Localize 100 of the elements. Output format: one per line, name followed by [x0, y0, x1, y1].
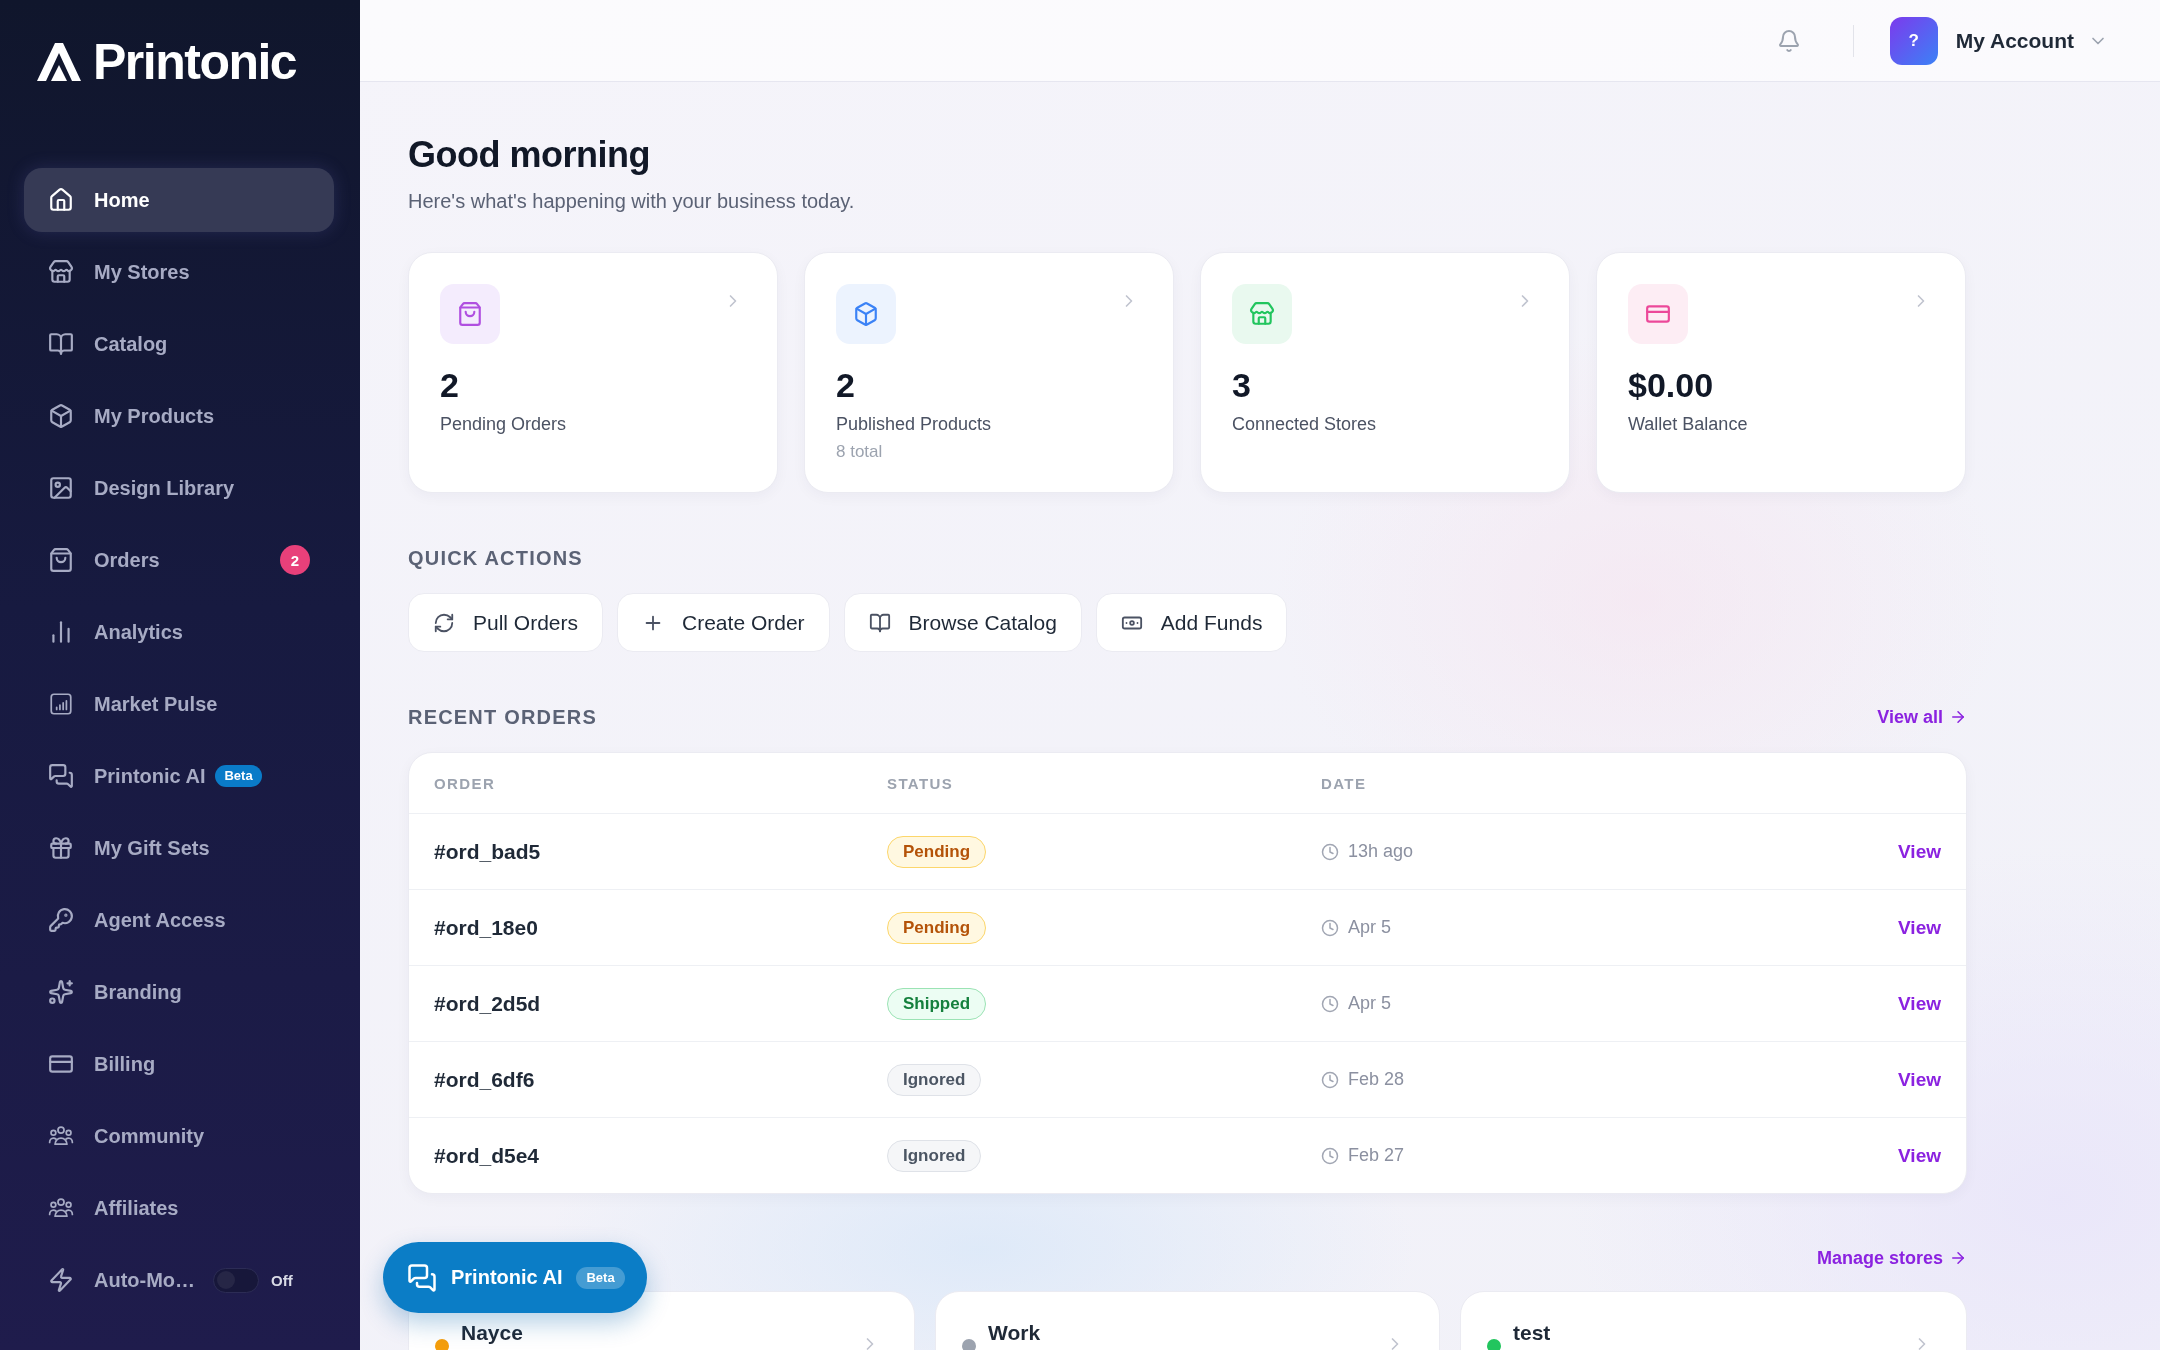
clock-icon [1321, 994, 1339, 1013]
nav-item[interactable]: Affiliates [24, 1176, 334, 1240]
key-icon [48, 907, 74, 933]
notification-bell-icon[interactable] [1776, 28, 1801, 53]
arrow-right-icon [1949, 1249, 1967, 1267]
nav-item[interactable]: Community [24, 1104, 334, 1168]
nav-item[interactable]: My Products [24, 384, 334, 448]
credit-card-icon [1628, 284, 1688, 344]
stat-card[interactable]: $0.00 Wallet Balance [1596, 252, 1966, 493]
page-title: Good morning [408, 133, 651, 177]
stat-card[interactable]: 3 Connected Stores [1200, 252, 1570, 493]
store-card[interactable]: test [1460, 1291, 1967, 1350]
nav-item[interactable]: Catalog [24, 312, 334, 376]
stat-label: Published Products [836, 413, 993, 435]
nav-item[interactable]: Auto-Mo… [24, 1248, 200, 1312]
nav-item[interactable]: Design Library [24, 456, 334, 520]
chart-icon [48, 691, 74, 717]
stat-value: $0.00 [1628, 365, 1715, 405]
store-name: test [1513, 1320, 1552, 1346]
order-id: #ord_bad5 [434, 839, 541, 864]
cube-icon [48, 403, 74, 429]
toggle-switch[interactable] [213, 1267, 260, 1293]
order-id: #ord_6df6 [434, 1067, 535, 1092]
logo-text: Printonic [93, 36, 297, 88]
nav-item[interactable]: Billing [24, 1032, 334, 1096]
store-name: Work [988, 1320, 1042, 1346]
order-date: Feb 28 [1348, 1069, 1405, 1090]
clock-icon [1321, 1070, 1339, 1089]
order-id: #ord_18e0 [434, 915, 538, 940]
refresh-icon [433, 611, 455, 634]
nav-item[interactable]: Analytics [24, 600, 334, 664]
book-icon [868, 611, 891, 634]
view-all-link[interactable]: View all [1877, 706, 1967, 728]
status-badge: Pending [887, 835, 987, 868]
page-subtitle: Here's what's happening with your business today. [408, 189, 856, 213]
order-date: Feb 27 [1348, 1145, 1405, 1166]
cube-icon [836, 284, 896, 344]
image-icon [48, 475, 74, 501]
stat-label: Wallet Balance [1628, 413, 1749, 435]
shopping-bag-icon [48, 547, 74, 573]
home-icon [48, 187, 74, 213]
status-badge: Pending [887, 911, 987, 944]
clock-icon [1321, 842, 1339, 861]
order-date: Apr 5 [1348, 917, 1392, 938]
toggle-label: Off [271, 1271, 293, 1289]
nav-item[interactable]: Orders 2 [24, 528, 334, 592]
clock-icon [1321, 1146, 1339, 1165]
nav-item[interactable]: My Gift Sets [24, 816, 334, 880]
order-date: 13h ago [1348, 841, 1414, 862]
nav-item[interactable]: Home [24, 168, 334, 232]
account-menu-button[interactable]: ? My Account [1889, 16, 2108, 65]
storefront-icon [48, 259, 74, 285]
view-link[interactable]: View [1898, 1144, 1941, 1167]
arrow-right-icon [1949, 708, 1967, 726]
status-badge: Ignored [887, 1139, 982, 1172]
stat-label: Pending Orders [440, 413, 568, 435]
shopping-bag-icon [440, 284, 500, 344]
column-header: ORDER [434, 774, 496, 792]
gift-icon [48, 835, 74, 861]
nav-item[interactable]: Printonic AI Beta [24, 744, 334, 808]
order-date: Apr 5 [1348, 993, 1392, 1014]
status-badge: Ignored [887, 1063, 982, 1096]
stat-card[interactable]: 2 Pending Orders [408, 252, 778, 493]
stat-value: 2 [836, 365, 856, 405]
view-link[interactable]: View [1898, 1068, 1941, 1091]
beta-badge: Beta [215, 765, 262, 787]
storefront-icon [1232, 284, 1292, 344]
clock-icon [1321, 918, 1339, 937]
order-id: #ord_d5e4 [434, 1143, 540, 1168]
beta-badge: Beta [576, 1266, 625, 1289]
column-header: DATE [1321, 774, 1367, 792]
lightning-icon [48, 1267, 74, 1293]
stat-value: 3 [1232, 365, 1252, 405]
view-link[interactable]: View [1898, 916, 1941, 939]
quick-action-button[interactable]: Create Order [617, 593, 830, 652]
nav-item[interactable]: Agent Access [24, 888, 334, 952]
quick-action-button[interactable]: Browse Catalog [843, 593, 1082, 652]
logo-icon [37, 43, 81, 81]
count-badge: 2 [280, 545, 310, 575]
view-link[interactable]: View [1898, 992, 1941, 1015]
chat-bubbles-icon [48, 763, 74, 789]
order-id: #ord_2d5d [434, 991, 541, 1016]
ai-chat-launcher-popover[interactable]: Printonic AI Beta [383, 1242, 647, 1313]
store-card[interactable]: Work [935, 1291, 1440, 1350]
stat-value: 2 [440, 365, 460, 405]
section-title: RECENT ORDERS [408, 705, 597, 729]
nav-item[interactable]: Branding [24, 960, 334, 1024]
view-link[interactable]: View [1898, 840, 1941, 863]
book-icon [48, 331, 74, 357]
quick-action-button[interactable]: Add Funds [1095, 593, 1288, 652]
column-header: STATUS [887, 774, 954, 792]
nav-item[interactable]: Market Pulse [24, 672, 334, 736]
nav-item[interactable]: My Stores [24, 240, 334, 304]
store-name: Nayce [461, 1320, 524, 1346]
stat-label: Connected Stores [1232, 413, 1378, 435]
section-title: QUICK ACTIONS [408, 546, 584, 570]
stat-card[interactable]: 2 Published Products 8 total [804, 252, 1174, 493]
sparkles-icon [48, 979, 74, 1005]
manage-stores-link[interactable]: Manage stores [1816, 1247, 1967, 1269]
quick-action-button[interactable]: Pull Orders [408, 593, 604, 652]
